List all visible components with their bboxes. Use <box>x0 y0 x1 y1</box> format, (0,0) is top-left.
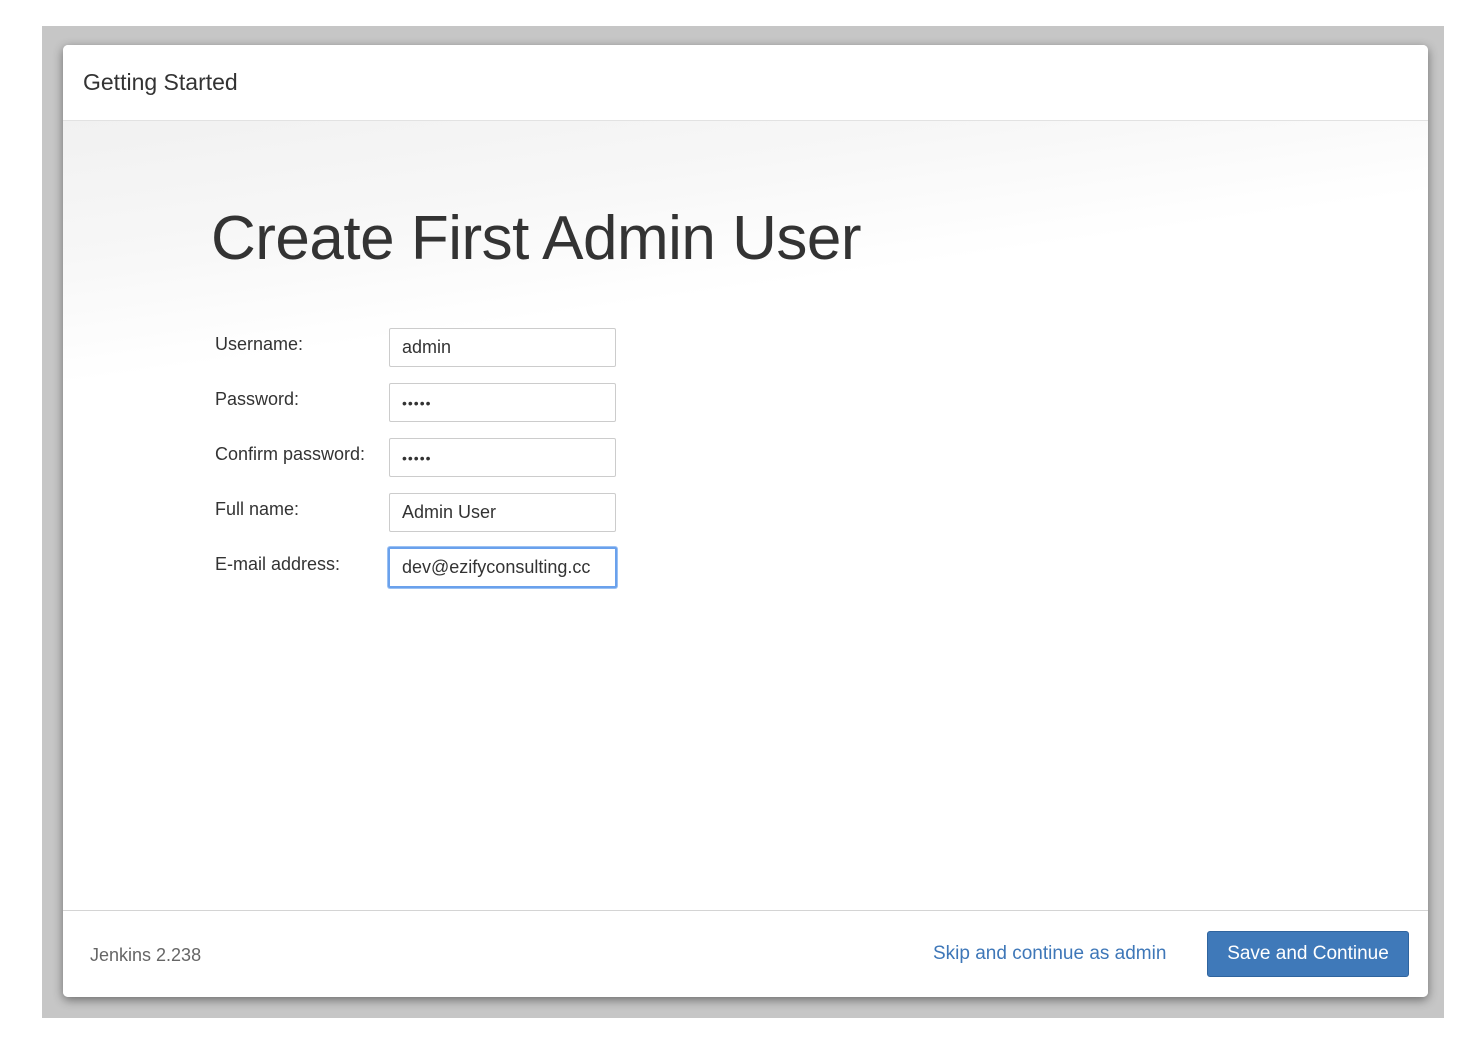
save-and-continue-button[interactable]: Save and Continue <box>1207 931 1409 977</box>
email-input[interactable] <box>388 547 617 588</box>
dialog-header: Getting Started <box>63 45 1428 121</box>
dialog-title: Getting Started <box>83 69 238 95</box>
dialog-footer: Jenkins 2.238 Skip and continue as admin… <box>63 910 1428 997</box>
email-label: E-mail address: <box>215 554 341 574</box>
password-label: Password: <box>215 389 300 409</box>
confirm-password-label: Confirm password: <box>215 444 366 464</box>
username-input[interactable] <box>389 328 616 367</box>
page-heading: Create First Admin User <box>211 204 862 273</box>
password-input[interactable] <box>389 383 616 422</box>
version-label: Jenkins 2.238 <box>90 945 202 965</box>
confirm-password-input[interactable] <box>389 438 616 477</box>
full-name-input[interactable] <box>389 493 616 532</box>
skip-continue-link[interactable]: Skip and continue as admin <box>933 943 1166 965</box>
username-label: Username: <box>215 334 304 354</box>
full-name-label: Full name: <box>215 499 300 519</box>
dialog-body: Create First Admin User Username: Passwo… <box>63 121 1428 910</box>
setup-dialog: Getting Started Create First Admin User … <box>63 45 1428 997</box>
